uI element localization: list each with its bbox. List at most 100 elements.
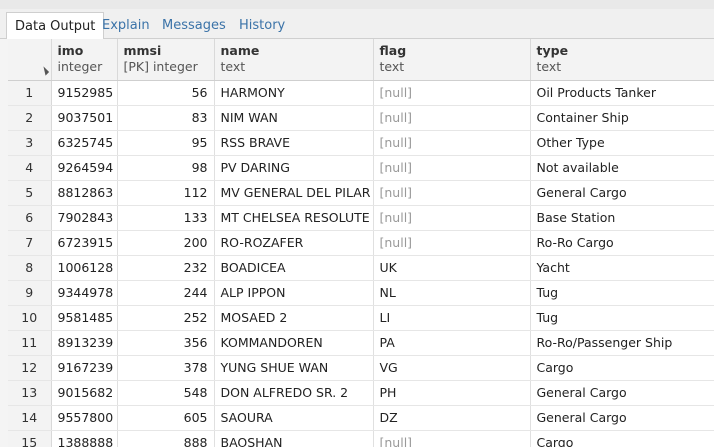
tab-history[interactable]: History [231, 12, 293, 39]
cell-name[interactable]: NIM WAN [214, 105, 374, 131]
cell-flag[interactable]: PH [373, 380, 531, 406]
row-number[interactable]: 14 [8, 405, 52, 431]
cell-imo[interactable]: 8913239 [51, 330, 118, 356]
cell-type[interactable]: Container Ship [530, 105, 714, 131]
cell-flag[interactable]: [null] [373, 80, 531, 106]
table-row[interactable]: 10 9581485 252 MOSAED 2 LI Tug [8, 305, 714, 331]
cell-flag[interactable]: [null] [373, 205, 531, 231]
row-number[interactable]: 12 [8, 355, 52, 381]
cell-imo[interactable]: 8812863 [51, 180, 118, 206]
table-row[interactable]: 7 6723915 200 RO-ROZAFER [null] Ro-Ro Cargo [8, 230, 714, 256]
cell-mmsi[interactable]: 378 [117, 355, 215, 381]
row-number[interactable]: 11 [8, 330, 52, 356]
cell-mmsi[interactable]: 232 [117, 255, 215, 281]
cell-imo[interactable]: 1388888 [51, 430, 118, 447]
tab-messages[interactable]: Messages [154, 12, 234, 39]
cell-imo[interactable]: 9152985 [51, 80, 118, 106]
table-row[interactable]: 2 9037501 83 NIM WAN [null] Container Ship [8, 105, 714, 131]
cell-mmsi[interactable]: 548 [117, 380, 215, 406]
row-number[interactable]: 1 [8, 80, 52, 106]
cell-type[interactable]: Tug [530, 280, 714, 306]
cell-mmsi[interactable]: 888 [117, 430, 215, 447]
cell-name[interactable]: ALP IPPON [214, 280, 374, 306]
table-row[interactable]: 1 9152985 56 HARMONY [null] Oil Products Tank… [8, 80, 714, 106]
table-row[interactable]: 8 1006128 232 BOADICEA UK Yacht [8, 255, 714, 281]
tab-data-output[interactable]: Data Output [6, 12, 105, 40]
cell-name[interactable]: PV DARING [214, 155, 374, 181]
cell-flag[interactable]: [null] [373, 430, 531, 447]
cell-mmsi[interactable]: 83 [117, 105, 215, 131]
row-number[interactable]: 2 [8, 105, 52, 131]
cell-flag[interactable]: LI [373, 305, 531, 331]
cell-imo[interactable]: 9015682 [51, 380, 118, 406]
cell-imo[interactable]: 7902843 [51, 205, 118, 231]
table-row[interactable]: 3 6325745 95 RSS BRAVE [null] Other Type [8, 130, 714, 156]
row-number[interactable]: 9 [8, 280, 52, 306]
table-row[interactable]: 14 9557800 605 SAOURA DZ General Cargo [8, 405, 714, 431]
table-row[interactable]: 9 9344978 244 ALP IPPON NL Tug [8, 280, 714, 306]
select-all-corner[interactable] [8, 39, 52, 81]
cell-type[interactable]: Other Type [530, 130, 714, 156]
cell-type[interactable]: Cargo [530, 355, 714, 381]
cell-name[interactable]: RO-ROZAFER [214, 230, 374, 256]
cell-mmsi[interactable]: 95 [117, 130, 215, 156]
cell-type[interactable]: Ro-Ro Cargo [530, 230, 714, 256]
row-number[interactable]: 4 [8, 155, 52, 181]
cell-flag[interactable]: [null] [373, 130, 531, 156]
cell-flag[interactable]: UK [373, 255, 531, 281]
table-row[interactable]: 12 9167239 378 YUNG SHUE WAN VG Cargo [8, 355, 714, 381]
cell-mmsi[interactable]: 605 [117, 405, 215, 431]
cell-type[interactable]: Not available [530, 155, 714, 181]
cell-imo[interactable]: 9037501 [51, 105, 118, 131]
cell-flag[interactable]: PA [373, 330, 531, 356]
cell-mmsi[interactable]: 56 [117, 80, 215, 106]
cell-imo[interactable]: 9344978 [51, 280, 118, 306]
cell-name[interactable]: BAOSHAN [214, 430, 374, 447]
table-row[interactable]: 5 8812863 112 MV GENERAL DEL PILAR [null] Gen… [8, 180, 714, 206]
cell-type[interactable]: General Cargo [530, 405, 714, 431]
cell-flag[interactable]: [null] [373, 180, 531, 206]
cell-flag[interactable]: [null] [373, 230, 531, 256]
cell-imo[interactable]: 9557800 [51, 405, 118, 431]
column-header-imo[interactable]: imo integer [51, 39, 118, 81]
cell-flag[interactable]: DZ [373, 405, 531, 431]
cell-name[interactable]: DON ALFREDO SR. 2 [214, 380, 374, 406]
row-number[interactable]: 6 [8, 205, 52, 231]
cell-flag[interactable]: [null] [373, 155, 531, 181]
cell-mmsi[interactable]: 252 [117, 305, 215, 331]
row-number[interactable]: 10 [8, 305, 52, 331]
cell-mmsi[interactable]: 112 [117, 180, 215, 206]
cell-flag[interactable]: NL [373, 280, 531, 306]
cell-type[interactable]: Yacht [530, 255, 714, 281]
cell-name[interactable]: RSS BRAVE [214, 130, 374, 156]
row-number[interactable]: 15 [8, 430, 52, 447]
table-row[interactable]: 4 9264594 98 PV DARING [null] Not available [8, 155, 714, 181]
column-header-type[interactable]: type text [530, 39, 714, 81]
table-row[interactable]: 15 1388888 888 BAOSHAN [null] Cargo [8, 430, 714, 447]
cell-name[interactable]: MV GENERAL DEL PILAR [214, 180, 374, 206]
cell-imo[interactable]: 6723915 [51, 230, 118, 256]
cell-type[interactable]: Ro-Ro/Passenger Ship [530, 330, 714, 356]
column-header-name[interactable]: name text [214, 39, 374, 81]
cell-mmsi[interactable]: 98 [117, 155, 215, 181]
row-number[interactable]: 8 [8, 255, 52, 281]
cell-mmsi[interactable]: 200 [117, 230, 215, 256]
cell-name[interactable]: HARMONY [214, 80, 374, 106]
cell-type[interactable]: Oil Products Tanker [530, 80, 714, 106]
row-number[interactable]: 13 [8, 380, 52, 406]
cell-name[interactable]: KOMMANDOREN [214, 330, 374, 356]
cell-imo[interactable]: 1006128 [51, 255, 118, 281]
cell-flag[interactable]: VG [373, 355, 531, 381]
column-header-flag[interactable]: flag text [373, 39, 531, 81]
cell-imo[interactable]: 9264594 [51, 155, 118, 181]
column-header-mmsi[interactable]: mmsi [PK] integer [117, 39, 215, 81]
cell-mmsi[interactable]: 133 [117, 205, 215, 231]
cell-name[interactable]: YUNG SHUE WAN [214, 355, 374, 381]
table-row[interactable]: 11 8913239 356 KOMMANDOREN PA Ro-Ro/Passenger… [8, 330, 714, 356]
cell-type[interactable]: Tug [530, 305, 714, 331]
row-number[interactable]: 3 [8, 130, 52, 156]
cell-type[interactable]: General Cargo [530, 380, 714, 406]
cell-mmsi[interactable]: 244 [117, 280, 215, 306]
cell-name[interactable]: MOSAED 2 [214, 305, 374, 331]
cell-name[interactable]: MT CHELSEA RESOLUTE [214, 205, 374, 231]
